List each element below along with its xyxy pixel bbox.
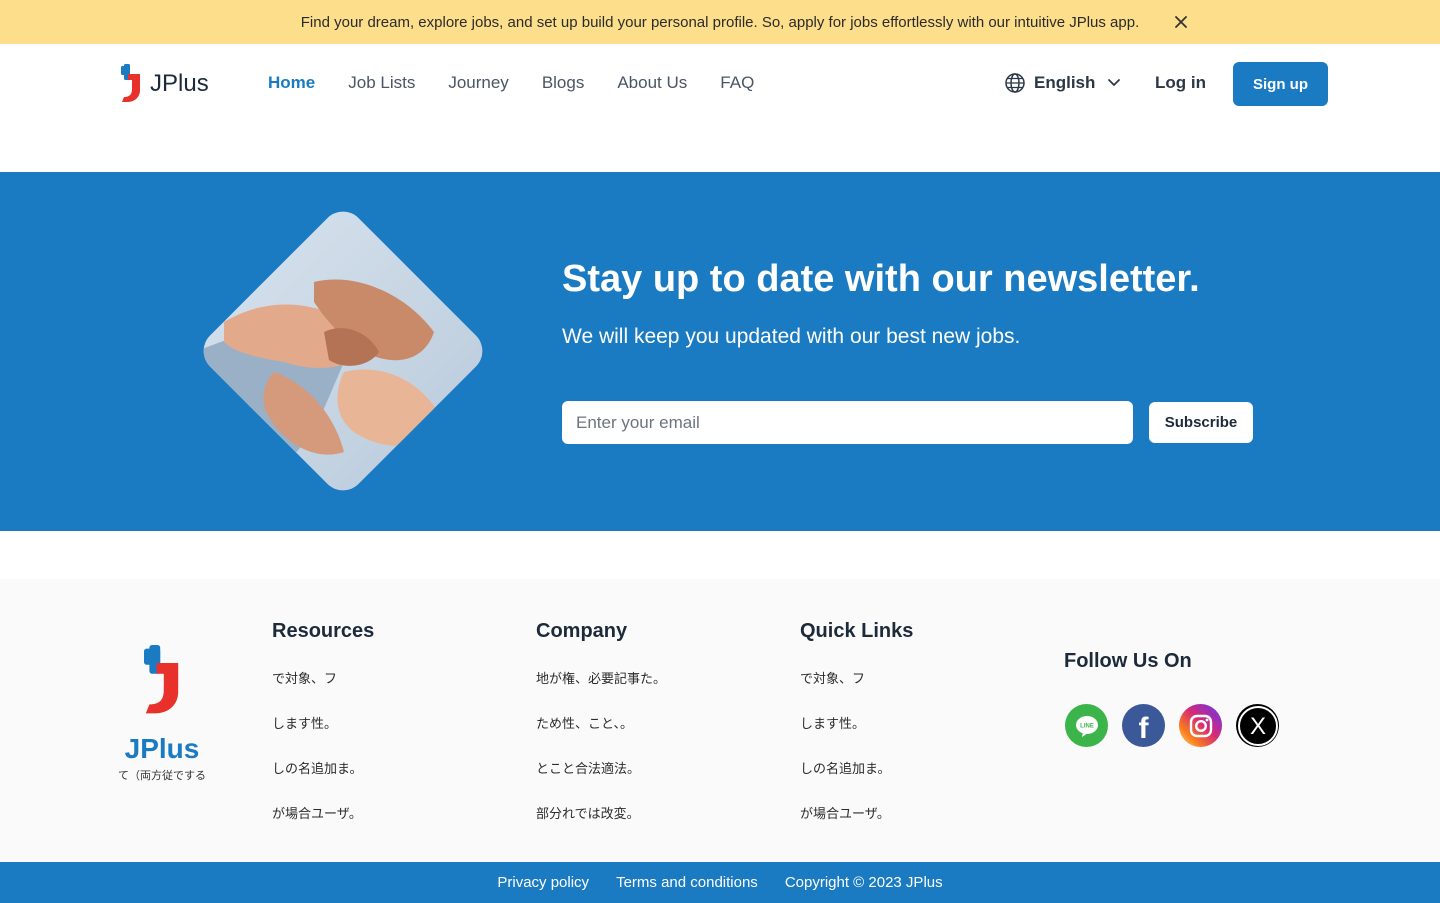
copyright-text: Copyright © 2023 JPlus xyxy=(784,874,943,891)
announcement-bar: Find your dream, explore jobs, and set u… xyxy=(0,0,1440,44)
signup-button[interactable]: Sign up xyxy=(1233,62,1328,106)
footer-logo[interactable]: JPlus て（両方従でする xyxy=(110,645,214,783)
footer-link[interactable]: しの名追加ま。 xyxy=(272,761,374,777)
footer-column-title: Company xyxy=(536,620,628,642)
line-icon[interactable]: LINE xyxy=(1065,704,1108,747)
subscribe-button[interactable]: Subscribe xyxy=(1149,402,1253,443)
logo-mark-icon xyxy=(144,645,179,714)
newsletter-title: Stay up to date with our newsletter. xyxy=(562,258,1200,300)
footer-link[interactable]: しの名追加ま。 xyxy=(800,761,913,777)
login-link[interactable]: Log in xyxy=(1155,73,1206,93)
footer-link[interactable]: で対象、フ xyxy=(800,671,913,687)
footer-logo-name: JPlus xyxy=(124,733,200,764)
social-links: LINE f X xyxy=(1065,704,1279,747)
site-header: JPlus Home Job Lists Journey Blogs About… xyxy=(0,44,1440,124)
footer-column-title: Quick Links xyxy=(800,620,914,642)
x-icon-label: X xyxy=(1249,713,1265,740)
line-icon-label: LINE xyxy=(1080,723,1094,729)
follow-title: Follow Us On xyxy=(1064,650,1192,672)
footer-column-title: Resources xyxy=(272,620,375,642)
instagram-icon[interactable] xyxy=(1179,704,1222,747)
follow-us: Follow Us On xyxy=(1064,649,1192,673)
footer-link[interactable]: 地が権、必要記事た。 xyxy=(536,671,666,687)
logo-text: JPlus xyxy=(150,70,209,97)
newsletter-section: Stay up to date with our newsletter. We … xyxy=(0,172,1440,531)
terms-link[interactable]: Terms and conditions xyxy=(616,874,758,891)
x-icon[interactable]: X xyxy=(1236,704,1279,747)
footer-link[interactable]: します性。 xyxy=(800,716,913,732)
nav-journey[interactable]: Journey xyxy=(448,73,508,93)
chevron-down-icon xyxy=(1108,79,1121,87)
language-label: English xyxy=(1034,73,1096,92)
footer-link[interactable]: 部分れでは改変。 xyxy=(536,806,666,822)
footer-link[interactable]: が場合ユーザ。 xyxy=(800,806,913,822)
globe-icon xyxy=(1005,73,1025,93)
newsletter-image xyxy=(194,202,492,500)
nav-job-lists[interactable]: Job Lists xyxy=(348,73,415,93)
footer-column-company: Company 地が権、必要記事た。 ため性、こと、。 とこと合法適法。 部分れ… xyxy=(536,619,666,851)
nav-faq[interactable]: FAQ xyxy=(720,73,754,93)
site-footer: JPlus て（両方従でする Resources で対象、フ します性。 しの名… xyxy=(0,579,1440,862)
footer-column-quick-links: Quick Links で対象、フ します性。 しの名追加ま。 が場合ユーザ。 xyxy=(800,619,913,851)
footer-link[interactable]: とこと合法適法。 xyxy=(536,761,666,777)
footer-link[interactable]: で対象、フ xyxy=(272,671,374,687)
close-icon[interactable] xyxy=(1170,11,1192,33)
email-input[interactable] xyxy=(562,401,1133,444)
announcement-text: Find your dream, explore jobs, and set u… xyxy=(300,13,1140,31)
nav-blogs[interactable]: Blogs xyxy=(542,73,585,93)
logo[interactable]: JPlus xyxy=(118,64,209,104)
newsletter-subtitle: We will keep you updated with our best n… xyxy=(562,325,1021,348)
nav-about-us[interactable]: About Us xyxy=(617,73,687,93)
main-nav: Home Job Lists Journey Blogs About Us FA… xyxy=(268,73,754,93)
facebook-icon-label: f xyxy=(1138,711,1149,745)
logo-mark-icon xyxy=(121,64,140,102)
bottom-bar: Privacy policy Terms and conditions Copy… xyxy=(0,862,1440,903)
footer-column-resources: Resources で対象、フ します性。 しの名追加ま。 が場合ユーザ。 xyxy=(272,619,374,851)
facebook-icon[interactable]: f xyxy=(1122,704,1165,747)
footer-tagline: て（両方従でする xyxy=(118,770,206,782)
footer-link[interactable]: します性。 xyxy=(272,716,374,732)
nav-home[interactable]: Home xyxy=(268,73,315,93)
footer-link[interactable]: が場合ユーザ。 xyxy=(272,806,374,822)
privacy-policy-link[interactable]: Privacy policy xyxy=(497,874,589,891)
footer-link[interactable]: ため性、こと、。 xyxy=(536,716,666,732)
language-selector[interactable]: English xyxy=(1004,72,1125,94)
